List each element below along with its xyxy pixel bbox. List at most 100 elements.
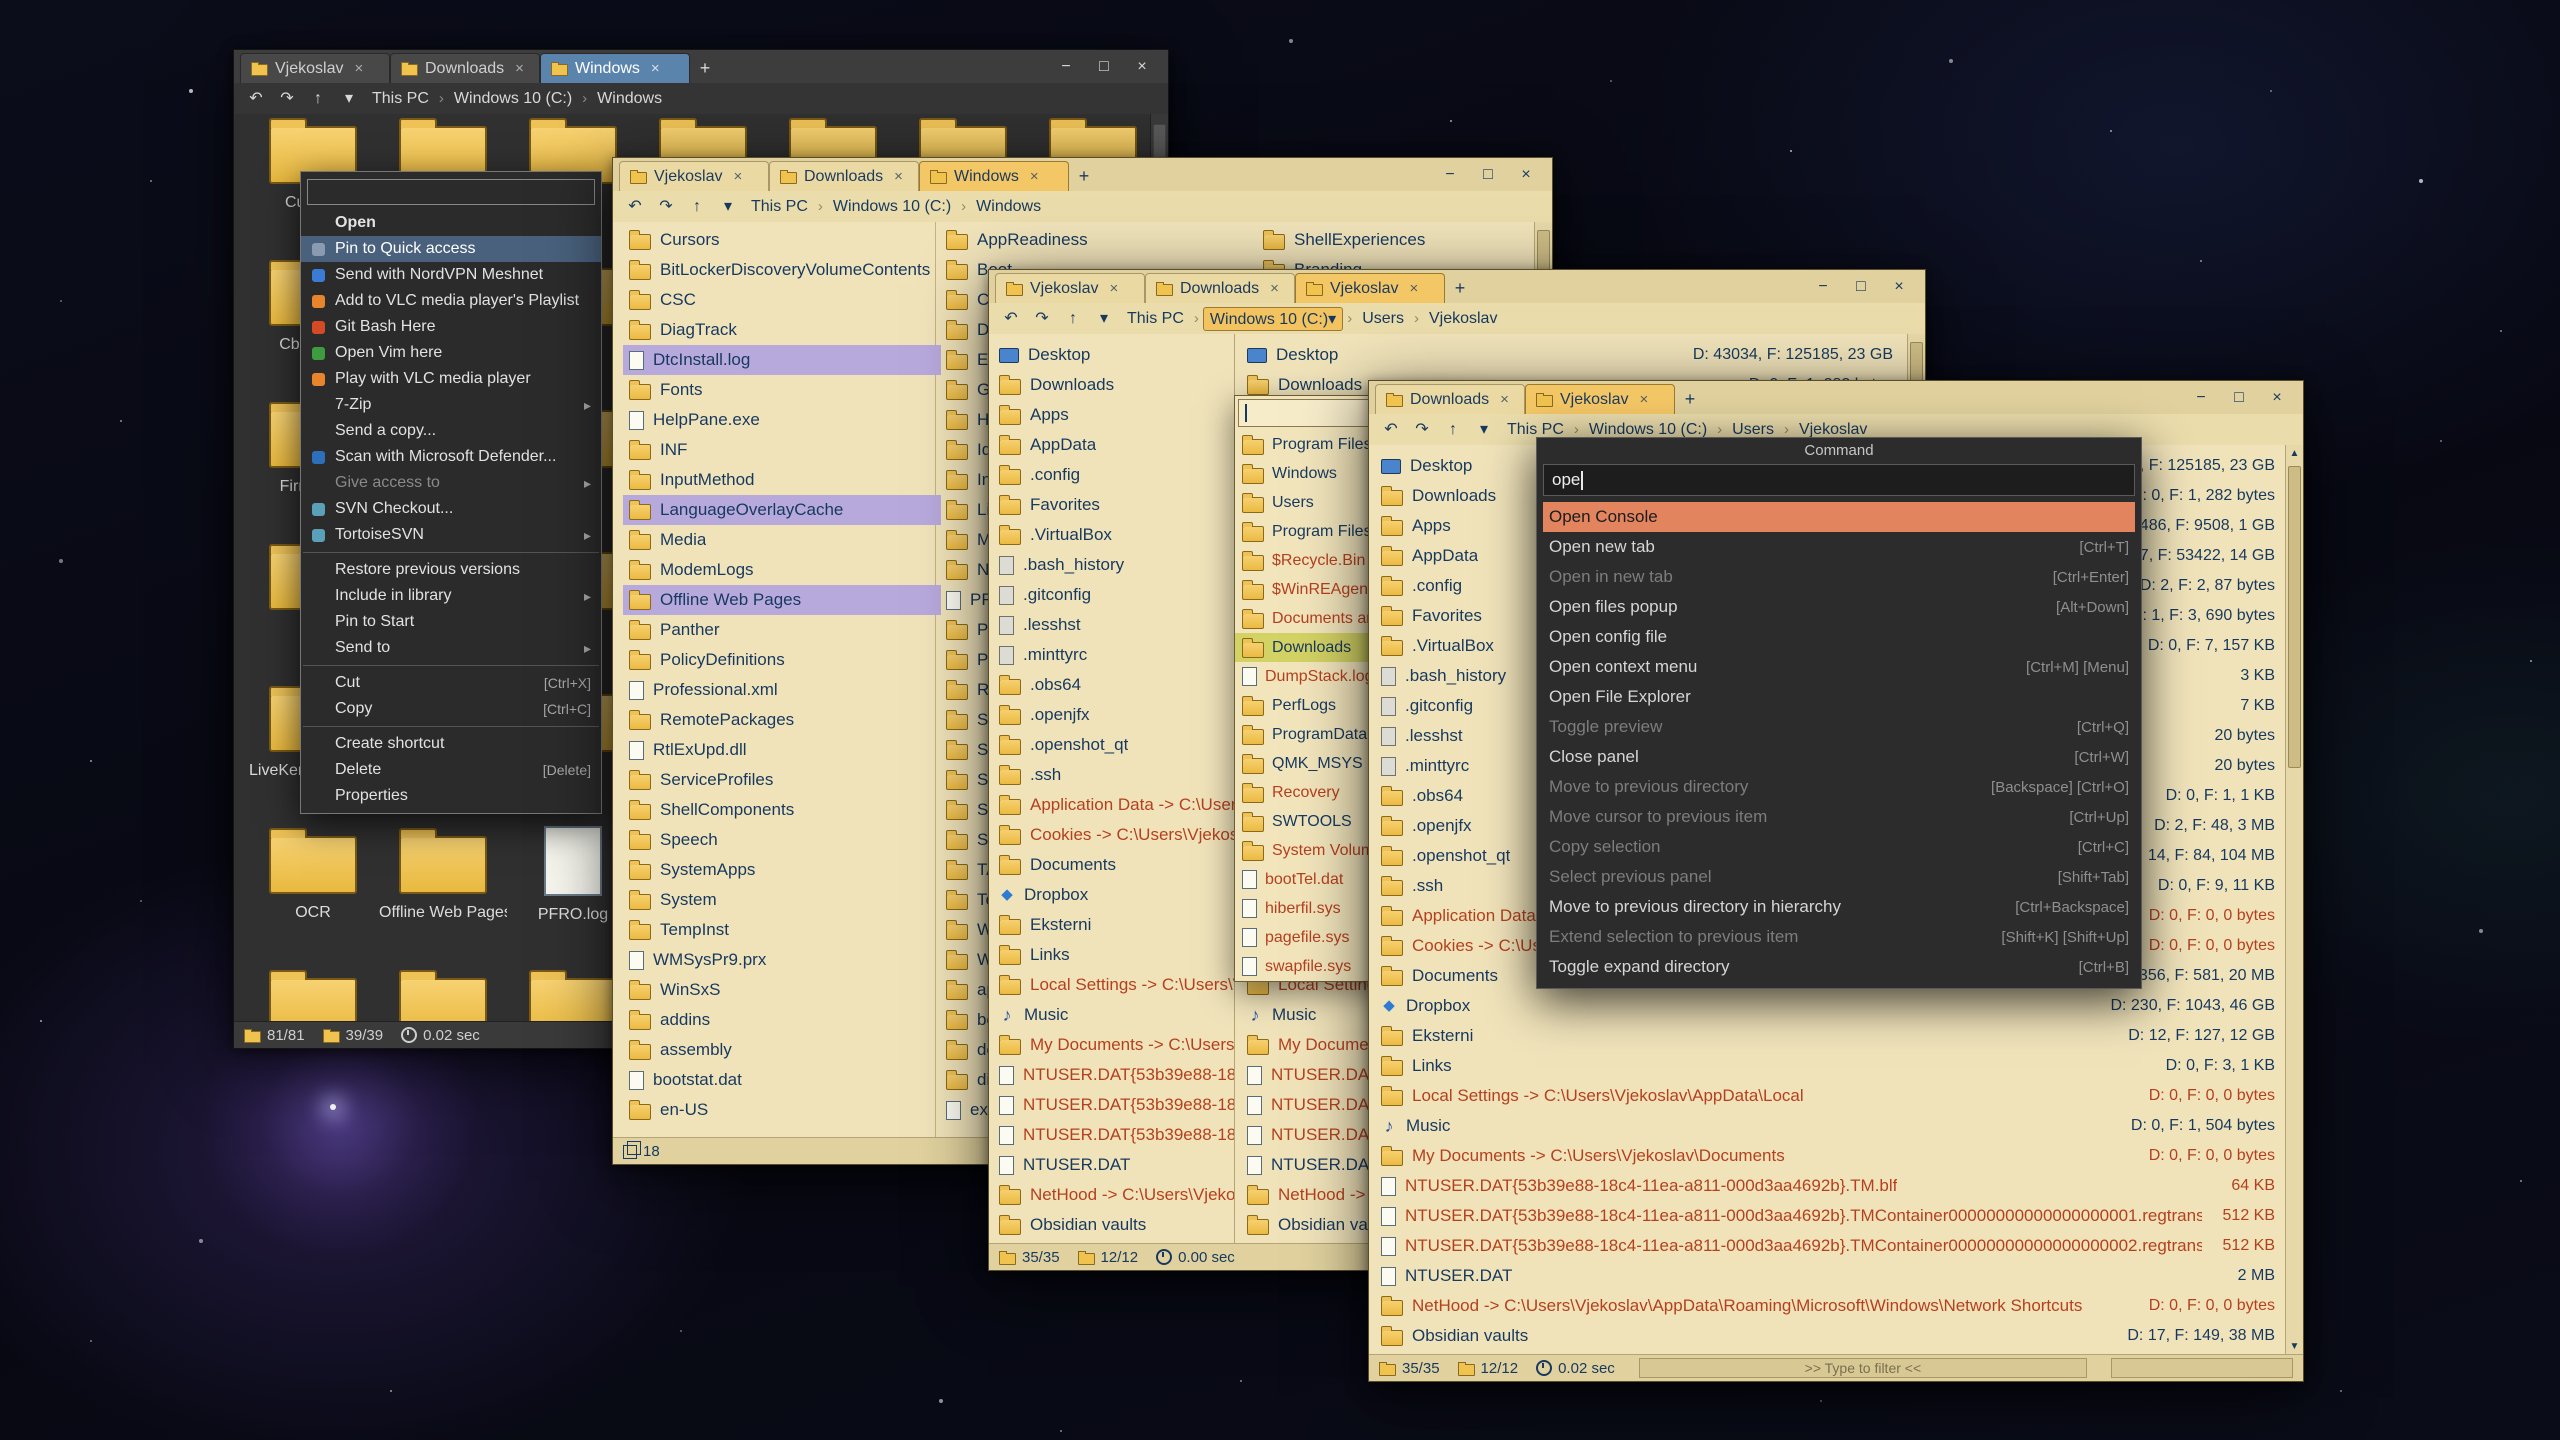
tab-close-icon[interactable]: ×	[1500, 391, 1509, 408]
list-item[interactable]: ShellExperiences	[1257, 225, 1552, 255]
command-item-open-config-file[interactable]: Open config file	[1537, 622, 2141, 652]
history-menu-button[interactable]: ▾	[1470, 418, 1498, 442]
window-vjekoslav-command[interactable]: Downloads×Vjekoslav×+ −□× ↶↷↑▾This PC›Wi…	[1368, 380, 2304, 1382]
menu-item-include-in-library[interactable]: Include in library▸	[301, 583, 601, 609]
scrollbar-thumb[interactable]	[2288, 466, 2301, 768]
list-item[interactable]: DiagTrack	[623, 315, 941, 345]
back-button[interactable]: ↶	[242, 87, 270, 111]
command-item-open-file-explorer[interactable]: Open File Explorer	[1537, 682, 2141, 712]
list-item[interactable]: .openshot_qt	[993, 730, 1234, 760]
list-item[interactable]: .VirtualBox	[993, 520, 1234, 550]
list-item[interactable]: NTUSER.DAT{53b39e88-18c4-11ea-a811-000d3…	[1375, 1231, 2281, 1261]
list-item[interactable]: NTUSER.DAT2 MB	[1375, 1261, 2281, 1291]
minimize-button[interactable]: −	[1432, 162, 1468, 188]
list-item[interactable]: WMSysPr9.prx	[623, 945, 941, 975]
tab-close-icon[interactable]: ×	[1639, 391, 1648, 408]
grid-item-offline-web-pages[interactable]: Offline Web Pages	[379, 824, 507, 966]
back-button[interactable]: ↶	[621, 195, 649, 219]
scroll-down-icon[interactable]: ▼	[2286, 1338, 2303, 1355]
breadcrumb-windows-10-c[interactable]: Windows 10 (C:)	[448, 89, 578, 109]
tab-downloads[interactable]: Downloads×	[1145, 273, 1295, 303]
close-button[interactable]: ×	[1508, 162, 1544, 188]
list-item[interactable]: AppData	[993, 430, 1234, 460]
breadcrumb-vjekoslav[interactable]: Vjekoslav	[1423, 309, 1503, 329]
tab-close-icon[interactable]: ×	[1270, 280, 1279, 297]
list-item[interactable]: .lesshst	[993, 610, 1234, 640]
maximize-button[interactable]: □	[1470, 162, 1506, 188]
list-item[interactable]: System	[623, 885, 941, 915]
command-item-move-to-previous-directory-in-hierarchy[interactable]: Move to previous directory in hierarchy[…	[1537, 892, 2141, 922]
titlebar[interactable]: Vjekoslav×Downloads×Windows×+ −□×	[234, 50, 1168, 84]
list-item[interactable]: ♪MusicD: 0, F: 1, 504 bytes	[1375, 1111, 2281, 1141]
list-item[interactable]: Fonts	[623, 375, 941, 405]
list-item[interactable]: ◆Dropbox	[993, 880, 1234, 910]
menu-item-properties[interactable]: Properties	[301, 783, 601, 809]
tab-vjekoslav[interactable]: Vjekoslav×	[619, 161, 769, 191]
quick-filter-input[interactable]	[2111, 1358, 2293, 1378]
list-item[interactable]: Local Settings -> C:\Users\Vjekoslav\App…	[993, 970, 1234, 1000]
list-item[interactable]: Cursors	[623, 225, 941, 255]
close-button[interactable]: ×	[2259, 385, 2295, 411]
minimize-button[interactable]: −	[2183, 385, 2219, 411]
list-item[interactable]: ◆DropboxD: 230, F: 1043, 46 GB	[1375, 991, 2281, 1021]
breadcrumb-windows-10-c[interactable]: Windows 10 (C:)	[827, 197, 957, 217]
up-button[interactable]: ↑	[1439, 418, 1467, 442]
list-item[interactable]: NetHood -> C:\Users\Vjekoslav\AppData\Ro…	[1375, 1291, 2281, 1321]
command-item-move-to-previous-directory[interactable]: Move to previous directory[Backspace] [C…	[1537, 772, 2141, 802]
close-button[interactable]: ×	[1124, 54, 1160, 80]
list-item[interactable]: bootstat.dat	[623, 1065, 941, 1095]
menu-item-open-vim-here[interactable]: Open Vim here	[301, 340, 601, 366]
list-item[interactable]: SystemApps	[623, 855, 941, 885]
list-item[interactable]: ShellComponents	[623, 795, 941, 825]
list-item[interactable]: en-US	[623, 1095, 941, 1125]
list-item[interactable]: Professional.xml	[623, 675, 941, 705]
forward-button[interactable]: ↷	[652, 195, 680, 219]
command-item-toggle-expand-directory[interactable]: Toggle expand directory[Ctrl+B]	[1537, 952, 2141, 982]
titlebar[interactable]: Downloads×Vjekoslav×+ −□×	[1369, 381, 2303, 415]
list-item[interactable]: InputMethod	[623, 465, 941, 495]
forward-button[interactable]: ↷	[1408, 418, 1436, 442]
tab-close-icon[interactable]: ×	[1030, 168, 1039, 185]
breadcrumb-windows[interactable]: Windows	[970, 197, 1047, 217]
titlebar[interactable]: Vjekoslav×Downloads×Windows×+ −□×	[613, 158, 1552, 192]
minimize-button[interactable]: −	[1805, 274, 1841, 300]
up-button[interactable]: ↑	[1059, 307, 1087, 331]
list-item[interactable]: NTUSER.DAT{53b39e88-18c4-11ea-a811-000d3…	[993, 1120, 1234, 1150]
list-item[interactable]: .obs64	[993, 670, 1234, 700]
up-button[interactable]: ↑	[304, 87, 332, 111]
command-item-toggle-preview[interactable]: Toggle preview[Ctrl+Q]	[1537, 712, 2141, 742]
history-menu-button[interactable]: ▾	[335, 87, 363, 111]
list-item[interactable]: HelpPane.exe	[623, 405, 941, 435]
list-item[interactable]: DtcInstall.log	[623, 345, 941, 375]
menu-item-cut[interactable]: Cut[Ctrl+X]	[301, 670, 601, 696]
list-item[interactable]: Apps	[993, 400, 1234, 430]
list-item[interactable]: BitLockerDiscoveryVolumeContents	[623, 255, 941, 285]
list-item[interactable]: Application Data -> C:\Users\Vjekoslav\A…	[993, 790, 1234, 820]
tab-vjekoslav[interactable]: Vjekoslav×	[1295, 273, 1445, 303]
list-item[interactable]: Obsidian vaultsD: 17, F: 149, 38 MB	[1375, 1321, 2281, 1351]
list-item[interactable]: Media	[623, 525, 941, 555]
grid-item-ocr[interactable]: OCR	[249, 824, 377, 966]
titlebar[interactable]: Vjekoslav×Downloads×Vjekoslav×+ −□×	[989, 270, 1925, 304]
grid-item[interactable]	[379, 966, 507, 1022]
list-item[interactable]: .openjfx	[993, 700, 1234, 730]
list-item[interactable]: .bash_history	[993, 550, 1234, 580]
command-item-open-in-new-tab[interactable]: Open in new tab[Ctrl+Enter]	[1537, 562, 2141, 592]
menu-item-send-to[interactable]: Send to▸	[301, 635, 601, 661]
grid-item[interactable]	[249, 966, 377, 1022]
list-item[interactable]: My Documents -> C:\Users\Vjekoslav\Docum…	[993, 1030, 1234, 1060]
minimize-button[interactable]: −	[1048, 54, 1084, 80]
menu-item-7-zip[interactable]: 7-Zip▸	[301, 392, 601, 418]
tab-close-icon[interactable]: ×	[651, 60, 660, 77]
list-item[interactable]: Links	[993, 940, 1234, 970]
list-item[interactable]: Cookies -> C:\Users\Vjekoslav\AppData\Lo…	[993, 820, 1234, 850]
maximize-button[interactable]: □	[1843, 274, 1879, 300]
scrollbar[interactable]: ▲ ▼	[2285, 445, 2303, 1355]
menu-item-git-bash-here[interactable]: Git Bash Here	[301, 314, 601, 340]
menu-item-pin-to-quick-access[interactable]: Pin to Quick access	[301, 236, 601, 262]
list-item[interactable]: PolicyDefinitions	[623, 645, 941, 675]
tab-vjekoslav[interactable]: Vjekoslav×	[240, 53, 390, 83]
command-item-open-files-popup[interactable]: Open files popup[Alt+Down]	[1537, 592, 2141, 622]
up-button[interactable]: ↑	[683, 195, 711, 219]
command-item-close-panel[interactable]: Close panel[Ctrl+W]	[1537, 742, 2141, 772]
